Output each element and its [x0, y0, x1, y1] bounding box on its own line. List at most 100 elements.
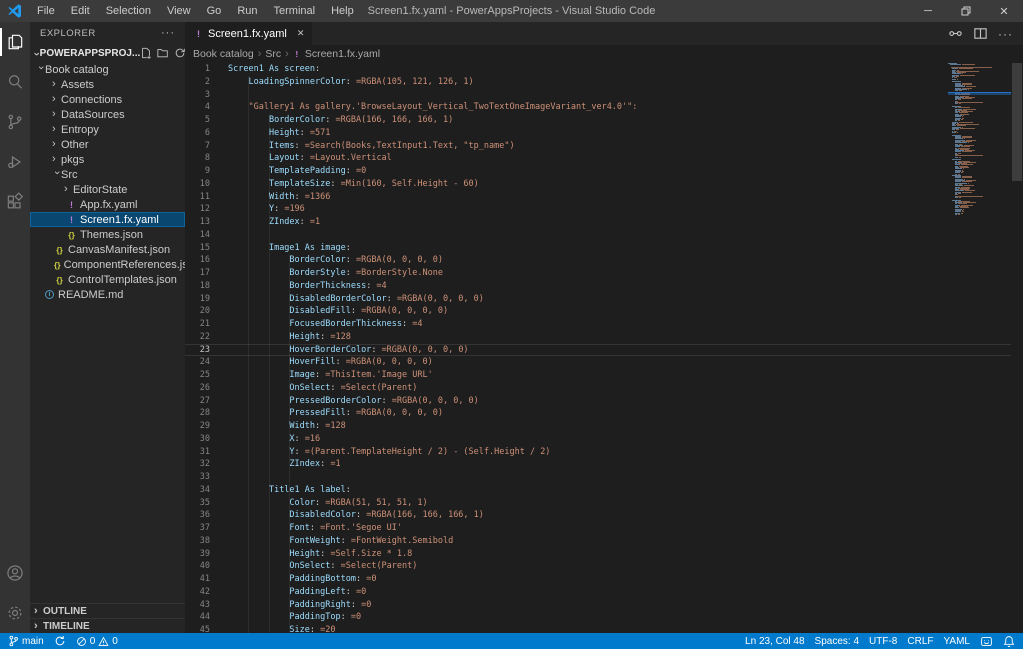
- new-folder-icon[interactable]: [157, 47, 169, 59]
- split-editor-icon[interactable]: [973, 26, 988, 41]
- code-line[interactable]: 27 PressedBorderColor: =RGBA(0, 0, 0, 0): [185, 395, 1011, 408]
- timeline-section[interactable]: › TIMELINE: [30, 618, 185, 633]
- breadcrumb-item[interactable]: Book catalog: [193, 48, 254, 60]
- minimize-button[interactable]: ─: [909, 0, 947, 22]
- workspace-section-header[interactable]: › POWERAPPSPROJ...: [30, 44, 185, 62]
- scrollbar-slider[interactable]: [1012, 63, 1022, 181]
- menu-help[interactable]: Help: [323, 0, 362, 22]
- menu-go[interactable]: Go: [199, 0, 230, 22]
- code-line[interactable]: 36 DisabledColor: =RGBA(166, 166, 166, 1…: [185, 509, 1011, 522]
- code-line[interactable]: 12 Y: =196: [185, 203, 1011, 216]
- code-line[interactable]: 2 LoadingSpinnerColor: =RGBA(105, 121, 1…: [185, 76, 1011, 89]
- code-line[interactable]: 26 OnSelect: =Select(Parent): [185, 382, 1011, 395]
- views-more-actions-icon[interactable]: ···: [161, 27, 175, 39]
- code-line[interactable]: 17 BorderStyle: =BorderStyle.None: [185, 267, 1011, 280]
- code-line[interactable]: 16 BorderColor: =RGBA(0, 0, 0, 0): [185, 254, 1011, 267]
- run-debug-icon[interactable]: [0, 142, 30, 182]
- tree-item-componentreferences-json[interactable]: {}ComponentReferences.json: [30, 257, 185, 272]
- code-line[interactable]: 31 Y: =(Parent.TemplateHeight / 2) - (Se…: [185, 446, 1011, 459]
- settings-gear-icon[interactable]: [0, 593, 30, 633]
- outline-section[interactable]: › OUTLINE: [30, 603, 185, 618]
- tree-item-connections[interactable]: ›Connections: [30, 92, 185, 107]
- code-line[interactable]: 44 PaddingTop: =0: [185, 611, 1011, 624]
- tree-item-book-catalog[interactable]: ›Book catalog: [30, 62, 185, 77]
- code-line[interactable]: 30 X: =16: [185, 433, 1011, 446]
- code-editor[interactable]: 1Screen1 As screen:2 LoadingSpinnerColor…: [185, 63, 1011, 633]
- tree-item-pkgs[interactable]: ›pkgs: [30, 152, 185, 167]
- tree-item-assets[interactable]: ›Assets: [30, 77, 185, 92]
- code-line[interactable]: 37 Font: =Font.'Segoe UI': [185, 522, 1011, 535]
- code-line[interactable]: 38 FontWeight: =FontWeight.Semibold: [185, 535, 1011, 548]
- feedback-icon[interactable]: [980, 635, 993, 648]
- tree-item-datasources[interactable]: ›DataSources: [30, 107, 185, 122]
- code-line[interactable]: 7 Items: =Search(Books,TextInput1.Text, …: [185, 140, 1011, 153]
- code-line[interactable]: 29 Width: =128: [185, 420, 1011, 433]
- menu-selection[interactable]: Selection: [98, 0, 159, 22]
- tree-item-other[interactable]: ›Other: [30, 137, 185, 152]
- editor-more-actions-icon[interactable]: ···: [998, 27, 1013, 41]
- code-line[interactable]: 22 Height: =128: [185, 331, 1011, 344]
- code-line[interactable]: 20 DisabledFill: =RGBA(0, 0, 0, 0): [185, 305, 1011, 318]
- code-line[interactable]: 21 FocusedBorderThickness: =4: [185, 318, 1011, 331]
- code-line[interactable]: 11 Width: =1366: [185, 191, 1011, 204]
- code-line[interactable]: 45 Size: =20: [185, 624, 1011, 633]
- accounts-icon[interactable]: [0, 553, 30, 593]
- extensions-icon[interactable]: [0, 182, 30, 222]
- code-line[interactable]: 42 PaddingLeft: =0: [185, 586, 1011, 599]
- code-line[interactable]: 5 BorderColor: =RGBA(166, 166, 166, 1): [185, 114, 1011, 127]
- cursor-position[interactable]: Ln 23, Col 48: [745, 633, 805, 649]
- search-icon[interactable]: [0, 62, 30, 102]
- editor-scrollbar[interactable]: [1011, 63, 1023, 633]
- code-line[interactable]: 35 Color: =RGBA(51, 51, 51, 1): [185, 497, 1011, 510]
- code-line[interactable]: 28 PressedFill: =RGBA(0, 0, 0, 0): [185, 407, 1011, 420]
- problems-item[interactable]: 0 0: [76, 633, 118, 649]
- sync-changes-item[interactable]: [54, 633, 66, 649]
- menu-run[interactable]: Run: [229, 0, 265, 22]
- code-line[interactable]: 10 TemplateSize: =Min(160, Self.Height -…: [185, 178, 1011, 191]
- language-mode[interactable]: YAML: [944, 633, 971, 649]
- menu-view[interactable]: View: [159, 0, 199, 22]
- open-changes-icon[interactable]: [948, 26, 963, 41]
- code-line[interactable]: 13 ZIndex: =1: [185, 216, 1011, 229]
- explorer-icon[interactable]: [0, 22, 30, 62]
- code-line[interactable]: 15 Image1 As image:: [185, 242, 1011, 255]
- tree-item-editorstate[interactable]: ›EditorState: [30, 182, 185, 197]
- tree-item-screen1-fx-yaml[interactable]: !Screen1.fx.yaml: [30, 212, 185, 227]
- code-line[interactable]: 25 Image: =ThisItem.'Image URL': [185, 369, 1011, 382]
- code-line[interactable]: 40 OnSelect: =Select(Parent): [185, 560, 1011, 573]
- code-line[interactable]: 1Screen1 As screen:: [185, 63, 1011, 76]
- source-control-icon[interactable]: [0, 102, 30, 142]
- encoding[interactable]: UTF-8: [869, 633, 897, 649]
- restore-button[interactable]: [947, 0, 985, 22]
- tree-item-controltemplates-json[interactable]: {}ControlTemplates.json: [30, 272, 185, 287]
- code-line[interactable]: 9 TemplatePadding: =0: [185, 165, 1011, 178]
- code-line[interactable]: 19 DisabledBorderColor: =RGBA(0, 0, 0, 0…: [185, 293, 1011, 306]
- code-line[interactable]: 4 "Gallery1 As gallery.'BrowseLayout_Ver…: [185, 101, 1011, 114]
- menu-file[interactable]: File: [29, 0, 63, 22]
- indentation[interactable]: Spaces: 4: [815, 633, 859, 649]
- code-line[interactable]: 39 Height: =Self.Size * 1.8: [185, 548, 1011, 561]
- tree-item-readme-md[interactable]: iREADME.md: [30, 287, 185, 302]
- eol-sequence[interactable]: CRLF: [907, 633, 933, 649]
- code-line[interactable]: 6 Height: =571: [185, 127, 1011, 140]
- tree-item-canvasmanifest-json[interactable]: {}CanvasManifest.json: [30, 242, 185, 257]
- tab-screen1-fx-yaml[interactable]: ! Screen1.fx.yaml ✕: [185, 22, 312, 45]
- code-line[interactable]: 3: [185, 89, 1011, 102]
- code-line[interactable]: 24 HoverFill: =RGBA(0, 0, 0, 0): [185, 356, 1011, 369]
- code-line[interactable]: 43 PaddingRight: =0: [185, 599, 1011, 612]
- close-button[interactable]: ✕: [985, 0, 1023, 22]
- tree-item-src[interactable]: ›Src: [30, 167, 185, 182]
- breadcrumb-item[interactable]: Src: [265, 48, 281, 60]
- tree-item-themes-json[interactable]: {}Themes.json: [30, 227, 185, 242]
- code-line[interactable]: 23 HoverBorderColor: =RGBA(0, 0, 0, 0): [185, 344, 1011, 357]
- notifications-bell-icon[interactable]: [1003, 635, 1015, 648]
- code-line[interactable]: 14: [185, 229, 1011, 242]
- code-line[interactable]: 8 Layout: =Layout.Vertical: [185, 152, 1011, 165]
- close-tab-icon[interactable]: ✕: [297, 28, 305, 39]
- git-branch-item[interactable]: main: [8, 633, 44, 649]
- new-file-icon[interactable]: [140, 47, 152, 59]
- breadcrumb-file[interactable]: Screen1.fx.yaml: [305, 48, 380, 60]
- tree-item-entropy[interactable]: ›Entropy: [30, 122, 185, 137]
- menu-edit[interactable]: Edit: [63, 0, 98, 22]
- code-line[interactable]: 18 BorderThickness: =4: [185, 280, 1011, 293]
